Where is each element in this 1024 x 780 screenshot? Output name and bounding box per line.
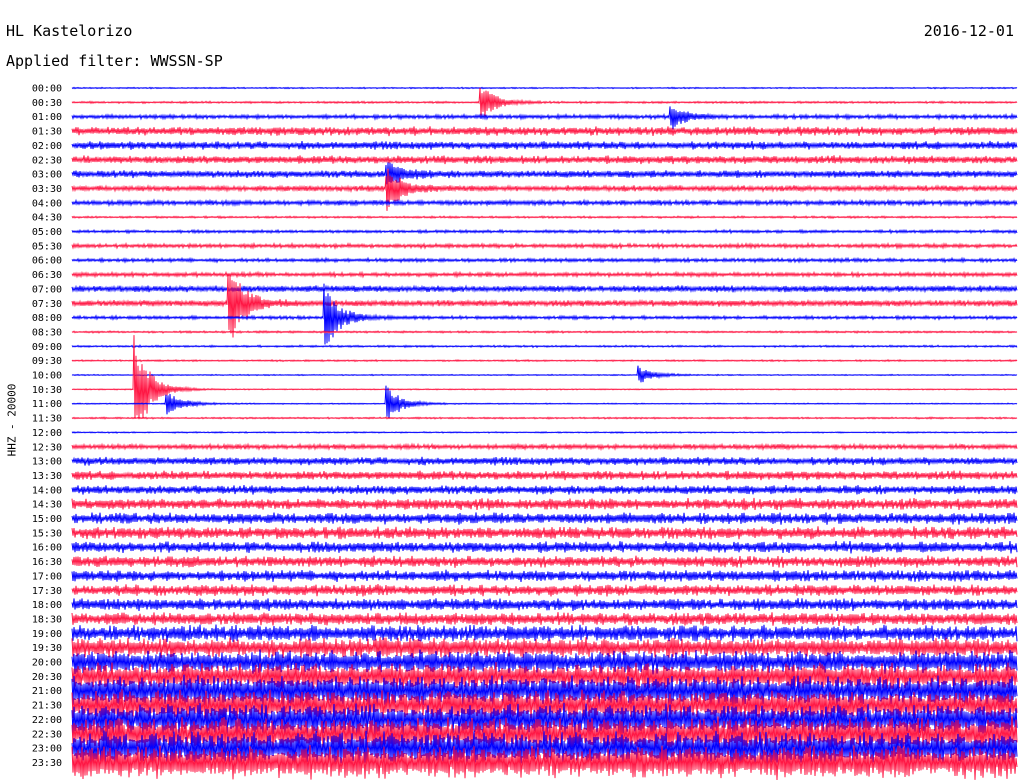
trace-row-0 bbox=[71, 86, 1018, 90]
row-label-0: 00:00 bbox=[32, 84, 62, 95]
trace-row-26 bbox=[71, 456, 1018, 466]
trace-row-11 bbox=[71, 241, 1018, 251]
row-label-39: 19:30 bbox=[32, 643, 62, 654]
row-label-12: 06:00 bbox=[32, 256, 62, 267]
row-label-2: 01:00 bbox=[32, 112, 62, 123]
trace-row-22 bbox=[71, 385, 1018, 419]
trace-row-34 bbox=[71, 569, 1018, 583]
trace-row-17 bbox=[71, 329, 1018, 335]
row-label-19: 09:30 bbox=[32, 356, 62, 367]
trace-row-19 bbox=[71, 358, 1018, 363]
row-label-43: 21:30 bbox=[32, 701, 62, 712]
row-label-42: 21:00 bbox=[32, 686, 62, 697]
trace-row-33 bbox=[71, 555, 1018, 568]
trace-row-8 bbox=[71, 198, 1018, 208]
row-label-44: 22:00 bbox=[32, 715, 62, 726]
row-label-41: 20:30 bbox=[32, 672, 62, 683]
row-label-24: 12:00 bbox=[32, 428, 62, 439]
row-label-29: 14:30 bbox=[32, 500, 62, 511]
trace-row-29 bbox=[71, 497, 1018, 511]
trace-row-32 bbox=[71, 540, 1018, 554]
trace-row-27 bbox=[71, 470, 1018, 481]
row-label-17: 08:30 bbox=[32, 327, 62, 338]
row-label-20: 10:00 bbox=[32, 371, 62, 382]
row-label-5: 02:30 bbox=[32, 155, 62, 166]
row-label-31: 15:30 bbox=[32, 528, 62, 539]
trace-row-20 bbox=[71, 365, 1018, 383]
trace-row-4 bbox=[71, 140, 1018, 150]
row-label-40: 20:00 bbox=[32, 658, 62, 669]
row-label-38: 19:00 bbox=[32, 629, 62, 640]
row-label-1: 00:30 bbox=[32, 98, 62, 109]
trace-row-28 bbox=[71, 485, 1018, 495]
trace-row-30 bbox=[71, 512, 1018, 525]
row-label-4: 02:00 bbox=[32, 141, 62, 152]
row-label-25: 12:30 bbox=[32, 442, 62, 453]
trace-row-35 bbox=[71, 583, 1018, 597]
row-label-7: 03:30 bbox=[32, 184, 62, 195]
trace-row-5 bbox=[71, 155, 1018, 165]
trace-row-18 bbox=[71, 344, 1018, 349]
row-label-34: 17:00 bbox=[32, 571, 62, 582]
trace-row-24 bbox=[71, 430, 1018, 434]
row-label-16: 08:00 bbox=[32, 313, 62, 324]
row-label-26: 13:00 bbox=[32, 457, 62, 468]
row-label-47: 23:30 bbox=[32, 758, 62, 769]
row-label-46: 23:00 bbox=[32, 744, 62, 755]
row-label-18: 09:00 bbox=[32, 342, 62, 353]
trace-row-38 bbox=[71, 624, 1018, 643]
row-label-8: 04:00 bbox=[32, 198, 62, 209]
row-label-28: 14:00 bbox=[32, 485, 62, 496]
trace-row-21 bbox=[71, 335, 1018, 419]
trace-row-23 bbox=[71, 416, 1018, 420]
row-label-3: 01:30 bbox=[32, 127, 62, 138]
trace-row-37 bbox=[71, 612, 1018, 627]
row-label-33: 16:30 bbox=[32, 557, 62, 568]
trace-row-13 bbox=[71, 270, 1018, 279]
row-label-23: 11:30 bbox=[32, 414, 62, 425]
trace-row-1 bbox=[71, 87, 1018, 117]
trace-row-2 bbox=[71, 106, 1018, 130]
row-label-45: 22:30 bbox=[32, 729, 62, 740]
row-label-15: 07:30 bbox=[32, 299, 62, 310]
row-label-30: 15:00 bbox=[32, 514, 62, 525]
row-label-13: 06:30 bbox=[32, 270, 62, 281]
helicorder-plot: 00:00 00:30 01:00 01:30 02:00 02:30 03:00 03:30… bbox=[32, 84, 1018, 780]
trace-row-10 bbox=[71, 228, 1018, 235]
row-label-32: 16:00 bbox=[32, 543, 62, 554]
trace-row-12 bbox=[71, 256, 1018, 264]
trace-row-6 bbox=[71, 162, 1018, 185]
trace-row-36 bbox=[71, 598, 1018, 612]
row-label-27: 13:30 bbox=[32, 471, 62, 482]
row-label-36: 18:00 bbox=[32, 600, 62, 611]
row-label-22: 11:00 bbox=[32, 399, 62, 410]
trace-row-15 bbox=[71, 273, 1018, 338]
trace-row-14 bbox=[71, 284, 1018, 294]
row-label-35: 17:30 bbox=[32, 586, 62, 597]
row-label-21: 10:30 bbox=[32, 385, 62, 396]
row-label-11: 05:30 bbox=[32, 241, 62, 252]
trace-row-16 bbox=[71, 283, 1018, 345]
row-label-37: 18:30 bbox=[32, 614, 62, 625]
row-label-14: 07:00 bbox=[32, 284, 62, 295]
row-label-9: 04:30 bbox=[32, 213, 62, 224]
trace-row-3 bbox=[71, 126, 1018, 137]
trace-row-31 bbox=[71, 526, 1018, 540]
row-label-6: 03:00 bbox=[32, 170, 62, 181]
trace-row-9 bbox=[71, 215, 1018, 220]
trace-row-25 bbox=[71, 442, 1018, 452]
row-label-10: 05:00 bbox=[32, 227, 62, 238]
